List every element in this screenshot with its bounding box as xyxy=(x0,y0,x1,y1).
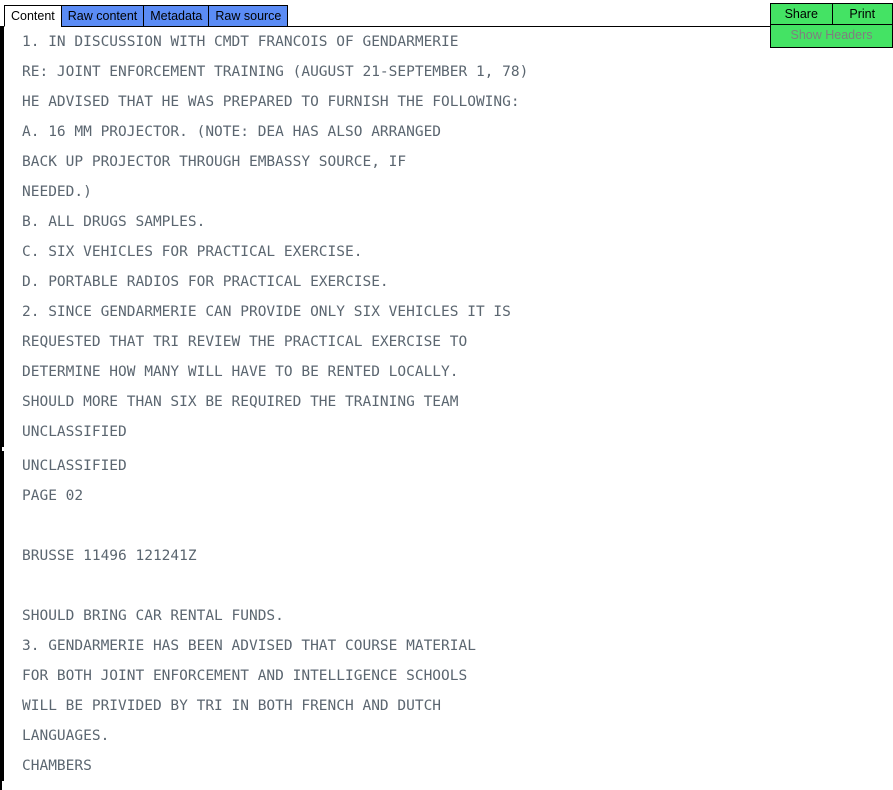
document-line: NEEDED.) xyxy=(22,184,92,200)
document-line: 2. SINCE GENDARMERIE CAN PROVIDE ONLY SI… xyxy=(22,304,511,320)
document-line: SHOULD MORE THAN SIX BE REQUIRED THE TRA… xyxy=(22,394,459,410)
document-line: WILL BE PRIVIDED BY TRI IN BOTH FRENCH A… xyxy=(22,698,442,714)
tab-raw-source-label: Raw source xyxy=(215,9,282,23)
document-line: BACK UP PROJECTOR THROUGH EMBASSY SOURCE… xyxy=(22,154,407,170)
document-line: C. SIX VEHICLES FOR PRACTICAL EXERCISE. xyxy=(22,244,363,260)
document-line-blank xyxy=(4,571,893,601)
document-page-1: 1. IN DISCUSSION WITH CMDT FRANCOIS OF G… xyxy=(2,27,893,447)
document-line: RE: JOINT ENFORCEMENT TRAINING (AUGUST 2… xyxy=(22,64,529,80)
document-line: LANGUAGES. xyxy=(22,728,110,744)
document-line: CHAMBERS xyxy=(22,758,92,774)
document-line: SHOULD BRING CAR RENTAL FUNDS. xyxy=(22,608,284,624)
document-line: UNCLASSIFIED xyxy=(22,458,127,474)
print-button[interactable]: Print xyxy=(831,3,893,25)
tab-bar: Content Raw content Metadata Raw source xyxy=(4,5,289,27)
tab-metadata[interactable]: Metadata xyxy=(143,5,209,27)
document-line: 1. IN DISCUSSION WITH CMDT FRANCOIS OF G… xyxy=(22,34,459,50)
toolbar: Content Raw content Metadata Raw source … xyxy=(0,0,893,48)
tab-content[interactable]: Content xyxy=(4,5,61,27)
tab-metadata-label: Metadata xyxy=(150,9,203,23)
document-line: FOR BOTH JOINT ENFORCEMENT AND INTELLIGE… xyxy=(22,668,468,684)
tab-content-label: Content xyxy=(11,9,55,23)
tab-raw-content-label: Raw content xyxy=(67,9,138,23)
document-line: 3. GENDARMERIE HAS BEEN ADVISED THAT COU… xyxy=(22,638,476,654)
share-button-label: Share xyxy=(784,7,818,21)
print-button-label: Print xyxy=(849,7,876,21)
document-line: B. ALL DRUGS SAMPLES. xyxy=(22,214,206,230)
document-line-blank xyxy=(4,511,893,541)
document-line: D. PORTABLE RADIOS FOR PRACTICAL EXERCIS… xyxy=(22,274,389,290)
document-line: BRUSSE 11496 121241Z xyxy=(22,548,197,564)
document-page-2: UNCLASSIFIED PAGE 02 BRUSSE 11496 121241… xyxy=(2,451,893,781)
tab-raw-content[interactable]: Raw content xyxy=(60,5,144,27)
tab-raw-source[interactable]: Raw source xyxy=(208,5,289,27)
share-button[interactable]: Share xyxy=(770,3,832,25)
document-line: PAGE 02 xyxy=(22,488,84,504)
document-line: REQUESTED THAT TRI REVIEW THE PRACTICAL … xyxy=(22,334,468,350)
document-viewer: 1. IN DISCUSSION WITH CMDT FRANCOIS OF G… xyxy=(0,27,893,790)
action-button-row: Share Print xyxy=(770,3,893,25)
document-line: A. 16 MM PROJECTOR. (NOTE: DEA HAS ALSO … xyxy=(22,124,442,140)
document-line: UNCLASSIFIED xyxy=(22,424,127,440)
document-line: DETERMINE HOW MANY WILL HAVE TO BE RENTE… xyxy=(22,364,459,380)
document-line: HE ADVISED THAT HE WAS PREPARED TO FURNI… xyxy=(22,94,520,110)
